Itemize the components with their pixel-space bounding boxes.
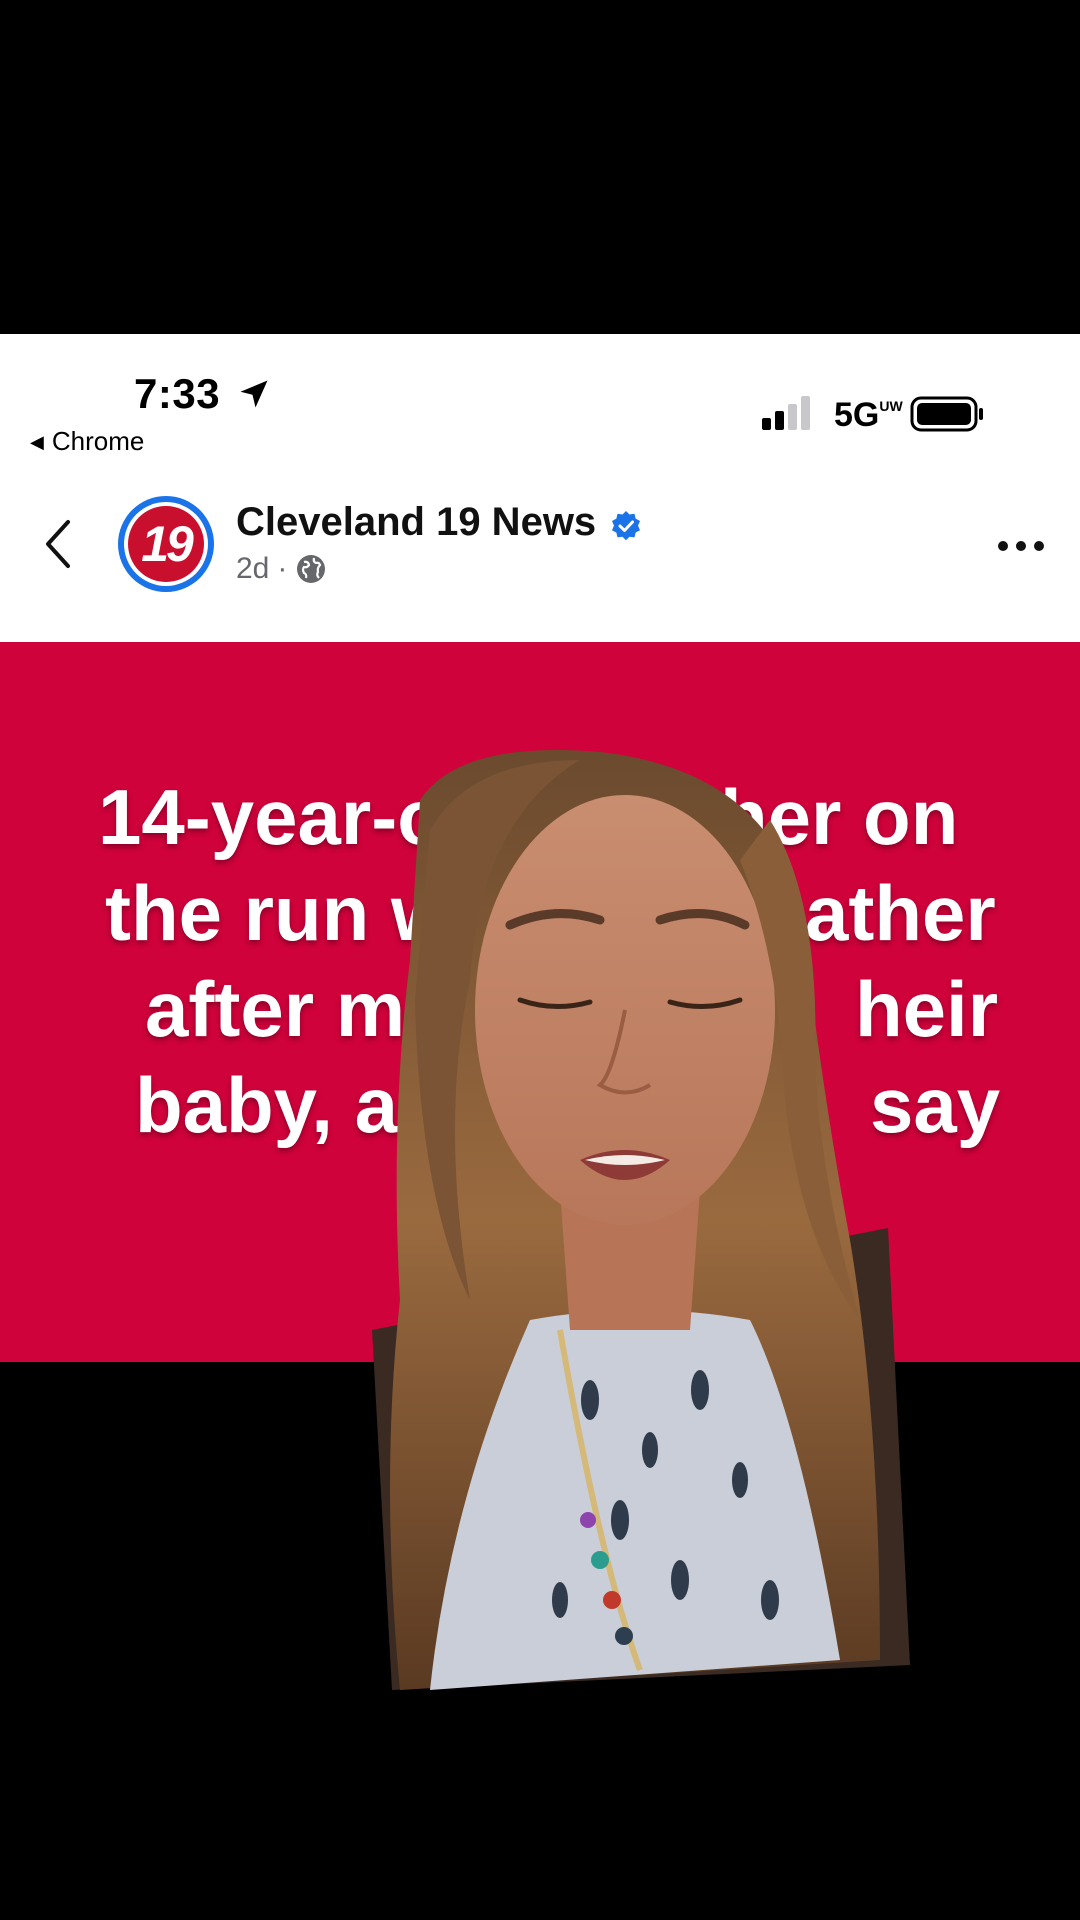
presenter-video-overlay	[372, 750, 910, 1690]
